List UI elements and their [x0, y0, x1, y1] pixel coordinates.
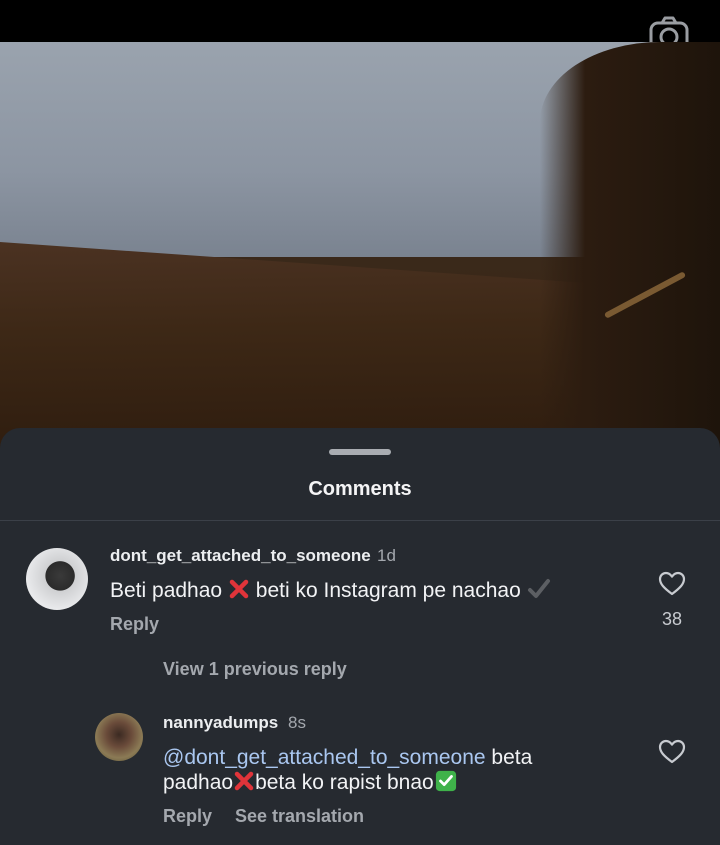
divider	[0, 520, 720, 521]
comment-text: Beti padhao beti ko Instagram pe nachao	[110, 578, 630, 603]
heart-icon[interactable]	[658, 738, 686, 766]
comments-sheet: Comments dont_get_attached_to_someone 1d…	[0, 428, 720, 845]
comment-text: @dont_get_attached_to_someone beta padha…	[163, 746, 533, 794]
cross-mark-icon	[229, 579, 249, 599]
check-box-icon	[435, 770, 456, 792]
check-mark-icon	[527, 579, 550, 598]
like-count: 38	[662, 609, 683, 629]
comment-time: 8s	[288, 713, 306, 732]
status-bar	[0, 0, 720, 42]
comment-time: 1d	[377, 546, 396, 565]
comment-username[interactable]: dont_get_attached_to_someone	[110, 546, 371, 566]
reply-button[interactable]: Reply	[110, 614, 159, 635]
see-translation-button[interactable]: See translation	[235, 806, 364, 827]
sheet-title: Comments	[308, 478, 412, 500]
comment-username[interactable]: nannyadumps	[163, 713, 278, 733]
avatar[interactable]	[26, 548, 88, 610]
cross-mark-icon	[234, 771, 254, 791]
avatar[interactable]	[95, 713, 143, 761]
video-frame[interactable]	[0, 42, 720, 462]
mention-link[interactable]: @dont_get_attached_to_someone	[163, 746, 486, 769]
heart-icon[interactable]	[658, 570, 686, 598]
view-replies-button[interactable]: View 1 previous reply	[163, 659, 347, 680]
drag-handle[interactable]	[329, 449, 391, 455]
reply-button[interactable]: Reply	[163, 806, 212, 827]
